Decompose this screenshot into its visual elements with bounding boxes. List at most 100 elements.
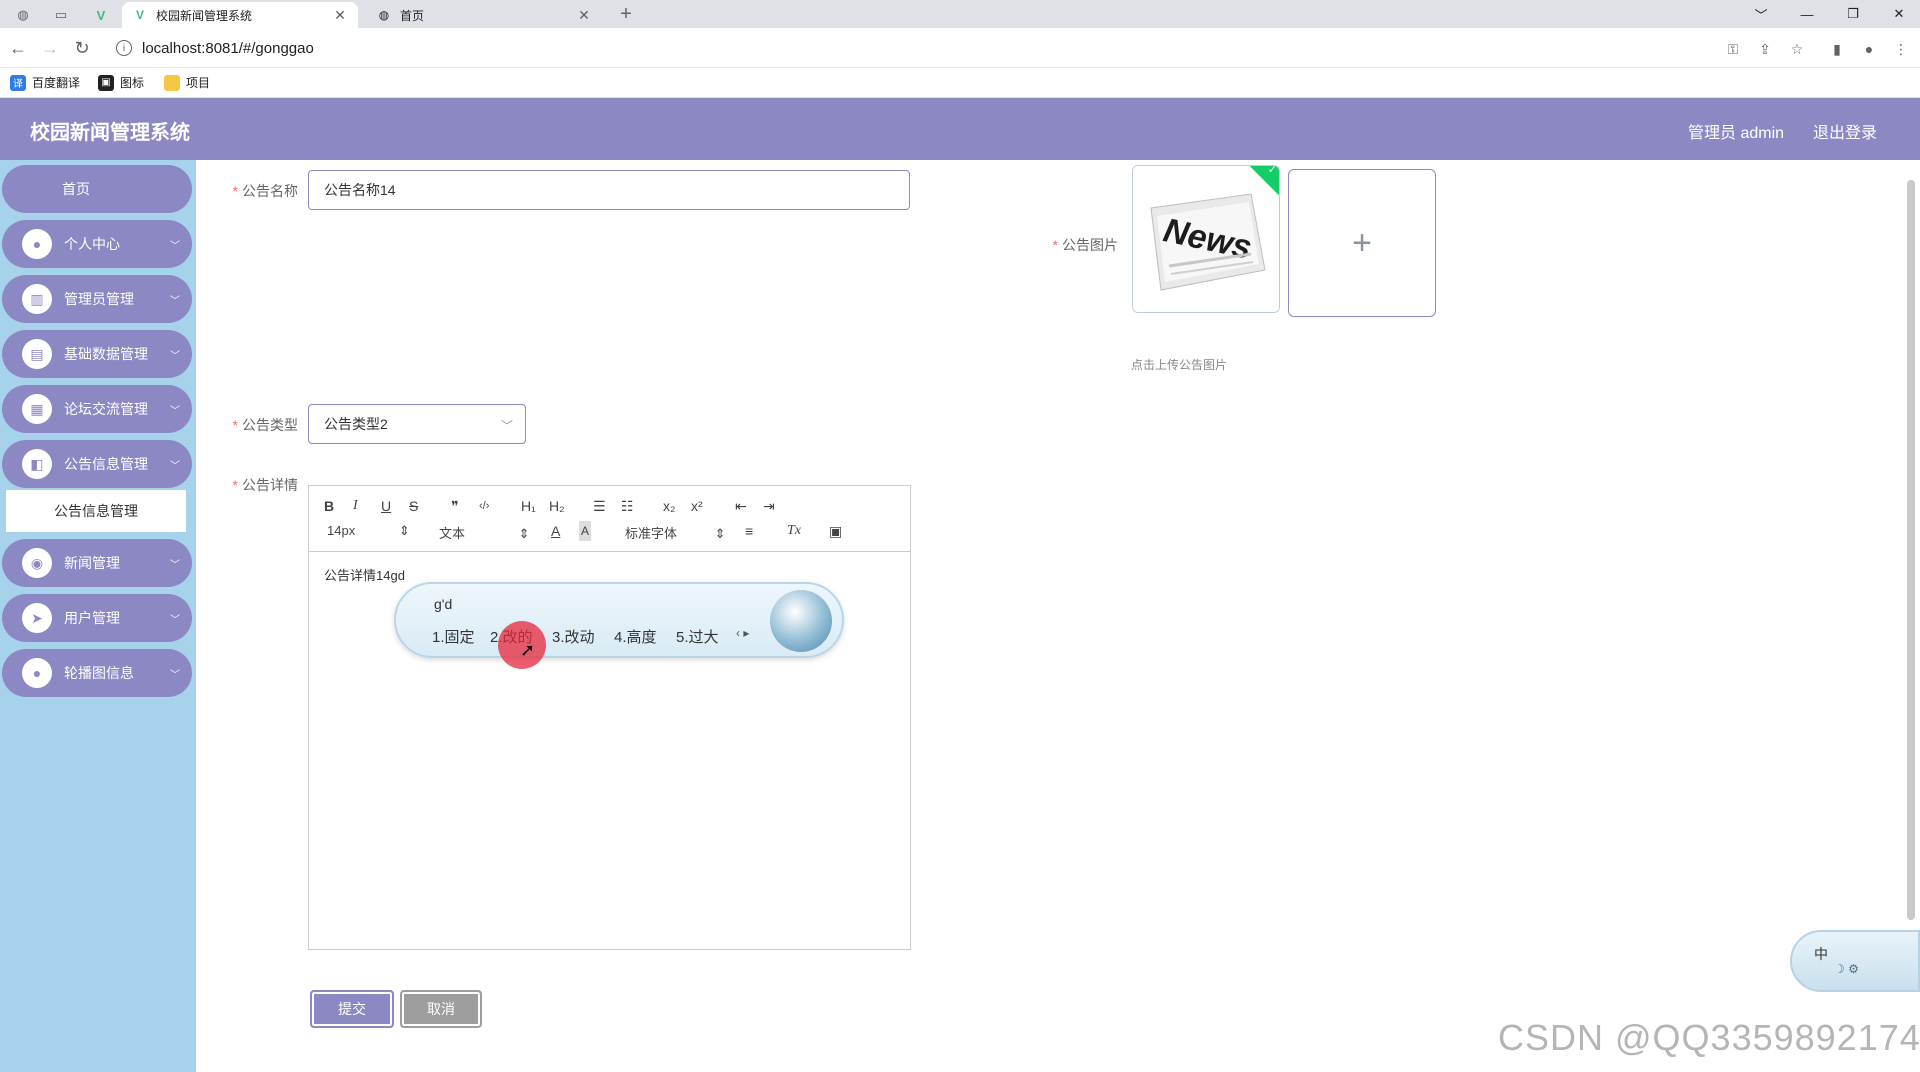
updown-icon: ⇕ (714, 526, 726, 541)
bookmark-baidu-translate[interactable]: 译 百度翻译 (10, 74, 80, 91)
sidebar-item-label: 个人中心 (64, 236, 120, 252)
chevron-down-icon: ﹀ (170, 669, 180, 681)
heading1-icon[interactable]: H₁ (521, 496, 536, 516)
required-mark: * (232, 477, 238, 493)
sidebar-item-news[interactable]: ◉ 新闻管理 ﹀ (2, 539, 192, 587)
back-icon[interactable]: ← (6, 36, 30, 60)
italic-icon[interactable]: I (353, 496, 358, 516)
ime-page-arrows-icon[interactable]: ‹ ▸ (736, 626, 749, 640)
forward-icon[interactable]: → (38, 36, 62, 60)
required-mark: * (232, 417, 238, 433)
ime-candidate[interactable]: 5.过大 (676, 626, 719, 647)
sidebar-item-carousel[interactable]: ● 轮播图信息 ﹀ (2, 649, 192, 697)
sidebar-item-announcement[interactable]: ◧ 公告信息管理 ﹀ (2, 440, 192, 488)
code-icon[interactable]: ‹/› (479, 496, 489, 516)
cancel-button[interactable]: 取消 (400, 990, 482, 1028)
ime-status-bar[interactable]: 中 ☽ ⚙ (1790, 930, 1920, 992)
format-select[interactable]: 文本 ⇕ (439, 523, 530, 542)
pinned-tab-globe-icon[interactable]: ◍ (10, 4, 36, 26)
bookmark-label: 图标 (120, 76, 145, 90)
apps-icon: ▦ (22, 394, 52, 424)
new-tab-button[interactable]: + (614, 2, 638, 26)
chevron-down-icon: ﹀ (170, 559, 180, 571)
user-icon: ● (22, 229, 52, 259)
bookmark-icons[interactable]: ▣ 图标 (98, 74, 144, 91)
font-family-select[interactable]: 标准字体 ⇕ (625, 523, 726, 542)
url-bar[interactable]: i localhost:8081/#/gonggao (106, 33, 1756, 63)
updown-icon: ⇕ (518, 526, 530, 541)
restore-button[interactable]: ❐ (1830, 0, 1876, 28)
submenu-item-announcement-manage[interactable]: 公告信息管理 (6, 490, 186, 532)
ime-composition: g'd (434, 596, 453, 612)
sidebar-item-forum[interactable]: ▦ 论坛交流管理 ﹀ (2, 385, 192, 433)
ordered-list-icon[interactable]: ☰ (593, 496, 606, 516)
sidebar-item-label: 首页 (62, 181, 90, 197)
key-icon[interactable]: ⚿ (1722, 38, 1744, 60)
ime-candidate[interactable]: 3.改动 (552, 626, 595, 647)
text-color-icon[interactable]: A (551, 521, 560, 541)
submit-button[interactable]: 提交 (310, 990, 394, 1028)
close-window-button[interactable]: ✕ (1876, 0, 1920, 28)
close-tab-icon[interactable]: ✕ (576, 7, 592, 24)
menu-icon[interactable]: ⋮ (1890, 38, 1912, 60)
sidebar-item-personal-center[interactable]: ● 个人中心 ﹀ (2, 220, 192, 268)
required-mark: * (1052, 237, 1058, 253)
image-label: * 公告图片 (1048, 235, 1118, 255)
uploaded-image-thumbnail[interactable]: News ✓ (1132, 165, 1280, 313)
sidebar-item-admin[interactable]: ▥ 管理员管理 ﹀ (2, 275, 192, 323)
globe-icon: ◍ (378, 8, 390, 22)
minimize-button[interactable]: — (1784, 0, 1830, 28)
blockquote-icon[interactable]: ❞ (451, 496, 459, 516)
align-icon[interactable]: ≡ (745, 521, 753, 541)
background-color-icon[interactable]: A (579, 521, 592, 541)
reload-icon[interactable]: ↻ (70, 36, 94, 60)
tab-home[interactable]: ◍ 首页 ✕ (366, 2, 602, 28)
editor-content[interactable]: 公告详情14gd (324, 565, 405, 584)
indent-icon[interactable]: ⇥ (763, 496, 775, 516)
rich-text-editor[interactable]: B I U S ❞ ‹/› H₁ H₂ ☰ ☷ x₂ x² ⇤ ⇥ 14px ⇕… (308, 485, 911, 950)
pinned-tab-vue-icon[interactable]: V (88, 4, 114, 26)
pinned-tab-blank-icon[interactable]: ▭ (48, 4, 74, 26)
heading2-icon[interactable]: H₂ (549, 496, 565, 516)
sidebar-item-home[interactable]: 首页 (2, 165, 192, 213)
format-value: 文本 (439, 526, 466, 541)
select-value: 公告类型2 (324, 416, 388, 432)
tab-campus-news[interactable]: V 校园新闻管理系统 ✕ (122, 2, 358, 28)
ime-candidate[interactable]: 1.固定 (432, 626, 475, 647)
check-icon: ✓ (1267, 165, 1277, 177)
font-size-select[interactable]: 14px ⇕ (327, 523, 410, 539)
chevron-down-icon: ﹀ (170, 614, 180, 626)
bookmark-projects[interactable]: 项目 (164, 74, 210, 91)
tab-search-icon[interactable]: ﹀ (1738, 0, 1784, 28)
sidebar-item-label: 管理员管理 (64, 291, 134, 307)
tab-title: 校园新闻管理系统 (156, 8, 253, 23)
translate-icon: 译 (10, 74, 26, 91)
share-icon[interactable]: ⇪ (1754, 38, 1776, 60)
ime-candidate[interactable]: 4.高度 (614, 626, 657, 647)
clear-format-icon[interactable]: Tx (787, 521, 801, 541)
sidebar-item-base-data[interactable]: ▤ 基础数据管理 ﹀ (2, 330, 192, 378)
site-info-icon[interactable]: i (116, 40, 132, 56)
upload-tip: 点击上传公告图片 (1131, 358, 1228, 372)
bold-icon[interactable]: B (324, 496, 334, 516)
page-scrollbar[interactable] (1907, 180, 1915, 920)
subscript-icon[interactable]: x₂ (663, 496, 675, 516)
browser-tab-bar: ◍ ▭ V V 校园新闻管理系统 ✕ ◍ 首页 ✕ + ﹀ — ❐ ✕ (0, 0, 1920, 28)
insert-image-icon[interactable]: ▣ (829, 521, 842, 541)
bookmarks-bar: 译 百度翻译 ▣ 图标 项目 (0, 68, 1920, 98)
superscript-icon[interactable]: x² (691, 496, 703, 516)
outdent-icon[interactable]: ⇤ (735, 496, 747, 516)
name-input[interactable]: 公告名称14 (308, 170, 910, 210)
side-panel-icon[interactable]: ▮ (1826, 38, 1848, 60)
profile-icon[interactable]: ● (1858, 38, 1880, 60)
upload-add-button[interactable]: + (1288, 169, 1436, 317)
close-tab-icon[interactable]: ✕ (332, 7, 348, 24)
underline-icon[interactable]: U (381, 496, 391, 516)
strike-icon[interactable]: S (409, 496, 418, 516)
type-select[interactable]: 公告类型2 ﹀ (308, 404, 526, 444)
sidebar-item-label: 用户管理 (64, 610, 120, 626)
bullet-list-icon[interactable]: ☷ (621, 496, 634, 516)
star-icon[interactable]: ☆ (1786, 38, 1808, 60)
sidebar-item-users[interactable]: ➤ 用户管理 ﹀ (2, 594, 192, 642)
logout-link[interactable]: 退出登录 (1813, 119, 1877, 143)
